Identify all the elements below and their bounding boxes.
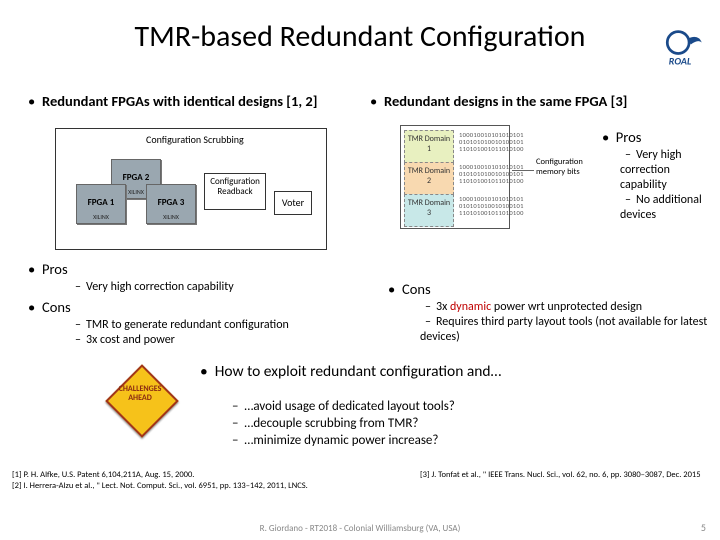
config-memory-label: Configuration memory bits <box>536 157 590 177</box>
footer-text: R. Giordano - RT2018 - Colonial Williams… <box>0 523 720 534</box>
config-bits-1: 100010010101010101 010101010010100101 11… <box>459 132 505 153</box>
cons-left-heading: •Cons <box>28 298 71 316</box>
heading-left: •Redundant FPGAs with identical designs … <box>28 92 317 110</box>
fpga-3-chip: FPGA 3XILINX <box>146 184 196 224</box>
tmr-domain-2: TMR Domain 2 <box>404 162 454 195</box>
fpga-1-chip: FPGA 1XILINX <box>76 184 126 224</box>
pros-left-heading: •Pros <box>28 260 68 278</box>
slide-title: TMR-based Redundant Configuration <box>0 18 720 55</box>
tmr-domain-1: TMR Domain 1 <box>404 130 454 163</box>
diagram-redundant-fpgas: Configuration Scrubbing FPGA 2XILINX FPG… <box>55 128 327 250</box>
pros-right-items: –Very high correction capability –No add… <box>620 148 715 223</box>
page-number: 5 <box>701 521 706 534</box>
pros-left-items: –Very high correction capability <box>70 280 234 294</box>
heading-right: •Redundant designs in the same FPGA [3] <box>370 92 627 110</box>
references-left: [1] P. H. Alfke, U.S. Patent 6,104,211A,… <box>12 470 392 492</box>
tmr-domain-3: TMR Domain 3 <box>404 194 454 227</box>
diagram-tmr-domains: TMR Domain 1 TMR Domain 2 TMR Domain 3 1… <box>400 125 590 235</box>
voter-box: Voter <box>274 191 312 215</box>
svg-text:ROAL: ROAL <box>669 54 691 67</box>
config-bits-2: 100010010101010101 010101010010100101 11… <box>459 164 505 185</box>
references-right: [3] J. Tonfat et al., " IEEE Trans. Nucl… <box>420 470 710 481</box>
cons-right-heading: •Cons <box>388 280 431 298</box>
challenges-ahead-sign-icon: CHALLENGES AHEAD <box>112 371 172 419</box>
howto-heading: • How to exploit redundant configuration… <box>200 362 501 381</box>
roal-logo: ROAL <box>652 28 708 73</box>
cons-right-items: –3x dynamic power wrt unprotected design… <box>420 300 720 345</box>
label-config-scrubbing: Configuration Scrubbing <box>146 133 244 146</box>
pros-right-heading: • Pros <box>602 128 641 146</box>
cons-left-items: –TMR to generate redundant configuration… <box>70 318 289 348</box>
config-bits-3: 100010010101010101 010101010010100101 11… <box>459 196 505 217</box>
howto-questions: – …avoid usage of dedicated layout tools… <box>232 398 455 449</box>
config-readback-box: Configuration Readback <box>204 173 266 210</box>
